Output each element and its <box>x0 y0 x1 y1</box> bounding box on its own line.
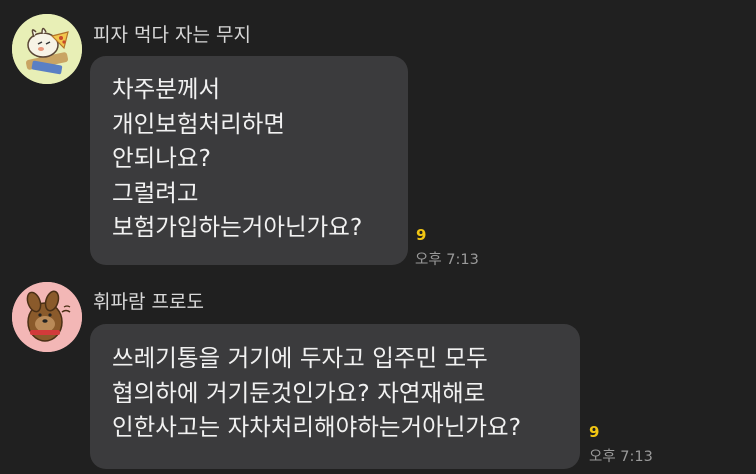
message-line: 개인보험처리하면 <box>112 109 285 138</box>
unread-count: 9 <box>416 226 427 244</box>
message-line: 차주분께서 <box>112 75 221 103</box>
sender-name: 휘파람 프로도 <box>93 291 204 313</box>
chat-message: 휘파람 프로도 쓰레기통을 거기에 두자고 입주민 모두 협의하에 거기둔것인가… <box>0 270 756 474</box>
message-line: 협의하에 거기둔것인가요? 자연재해로 <box>112 378 486 407</box>
message-bubble[interactable]: 차주분께서 개인보험처리하면 안되나요? 그럴려고 보험가입하는거아닌가요? <box>90 56 408 265</box>
chat-message: 피자 먹다 자는 무지 차주분께서 개인보험처리하면 안되나요? 그럴려고 보험… <box>0 0 756 270</box>
message-time: 오후 7:13 <box>589 449 653 465</box>
message-line: 쓰레기통을 거기에 두자고 입주민 모두 <box>112 344 488 372</box>
sender-avatar[interactable] <box>12 282 82 352</box>
sender-name: 피자 먹다 자는 무지 <box>93 24 251 46</box>
message-line: 인한사고는 자차처리해야하는거아닌가요? <box>112 413 522 441</box>
sender-avatar[interactable] <box>12 14 82 84</box>
unread-count: 9 <box>589 423 600 441</box>
message-time: 오후 7:13 <box>415 252 479 268</box>
message-line: 그럴려고 <box>112 178 199 207</box>
message-line: 보험가입하는거아닌가요? <box>112 213 363 241</box>
message-bubble[interactable]: 쓰레기통을 거기에 두자고 입주민 모두 협의하에 거기둔것인가요? 자연재해로… <box>90 324 580 469</box>
frodo-whistle-sticker-icon <box>12 282 82 352</box>
muzi-pizza-sticker-icon <box>12 14 82 84</box>
message-line: 안되나요? <box>112 144 211 172</box>
